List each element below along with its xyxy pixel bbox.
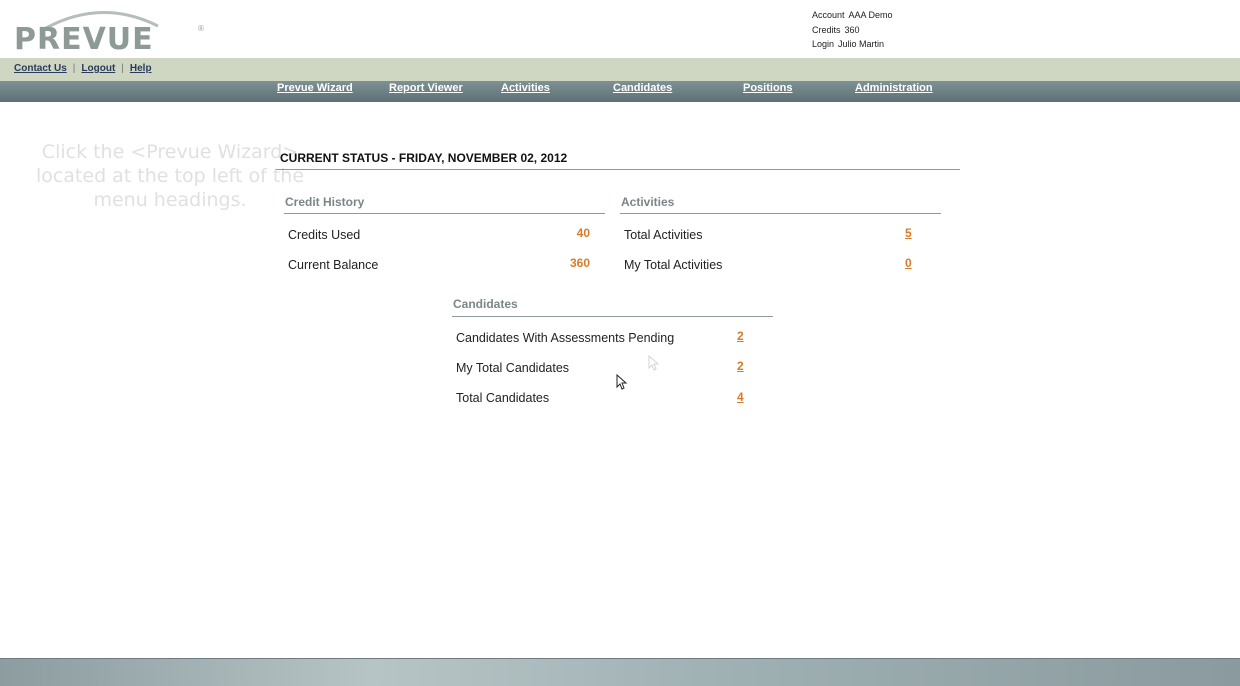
my-total-activities-label: My Total Activities: [624, 258, 722, 272]
credits-label: Credits: [812, 23, 841, 38]
credit-history-heading: Credit History: [285, 195, 364, 209]
login-value: Julio Martin: [838, 39, 884, 49]
nav-activities[interactable]: Activities: [501, 82, 550, 94]
title-divider: [276, 169, 960, 170]
current-balance-label: Current Balance: [288, 258, 378, 272]
activities-heading: Activities: [621, 195, 674, 209]
logo-registered-mark: ®: [198, 24, 204, 33]
footer-bar: [0, 658, 1240, 686]
current-balance-value: 360: [540, 256, 590, 270]
logout-link[interactable]: Logout: [81, 63, 115, 74]
credit-history-divider: [284, 213, 605, 214]
nav-candidates[interactable]: Candidates: [613, 82, 672, 94]
credits-row: Credits 360: [812, 23, 893, 38]
my-total-candidates-link[interactable]: 2: [737, 359, 744, 373]
account-label: Account: [812, 8, 845, 23]
total-candidates-link[interactable]: 4: [737, 390, 744, 404]
utility-links: Contact Us | Logout | Help: [14, 63, 152, 74]
my-total-candidates-label: My Total Candidates: [456, 361, 569, 375]
nav-administration[interactable]: Administration: [855, 82, 933, 94]
nav-positions[interactable]: Positions: [743, 82, 793, 94]
assessments-pending-label: Candidates With Assessments Pending: [456, 331, 674, 345]
my-total-activities-link[interactable]: 0: [905, 256, 912, 270]
contact-us-link[interactable]: Contact Us: [14, 63, 67, 74]
nav-prevue-wizard[interactable]: Prevue Wizard: [277, 82, 353, 94]
utility-separator: |: [73, 63, 76, 74]
candidates-divider: [452, 316, 773, 317]
login-row: Login Julio Martin: [812, 37, 893, 52]
logo-text: PREVUE: [14, 22, 154, 57]
nav-report-viewer[interactable]: Report Viewer: [389, 82, 463, 94]
help-link[interactable]: Help: [130, 63, 152, 74]
account-info: Account AAA Demo Credits 360 Login Julio Ma…: [812, 8, 893, 52]
candidates-heading: Candidates: [453, 297, 518, 311]
tutorial-hint: Click the <Prevue Wizard> located at the…: [30, 140, 310, 212]
total-candidates-label: Total Candidates: [456, 391, 549, 405]
account-value: AAA Demo: [849, 10, 893, 20]
assessments-pending-link[interactable]: 2: [737, 329, 744, 343]
activities-divider: [620, 213, 941, 214]
total-activities-label: Total Activities: [624, 228, 703, 242]
mouse-pointer-icon: [616, 374, 628, 390]
header: PREVUE ® Account AAA Demo Credits 360 Logi…: [0, 0, 1240, 58]
credits-used-label: Credits Used: [288, 228, 360, 242]
utility-bar: Contact Us | Logout | Help: [0, 58, 1240, 81]
faint-pointer-icon: [648, 355, 660, 371]
prevue-logo[interactable]: PREVUE ®: [14, 4, 214, 56]
page-title: CURRENT STATUS - FRIDAY, NOVEMBER 02, 20…: [280, 151, 567, 165]
account-row: Account AAA Demo: [812, 8, 893, 23]
total-activities-link[interactable]: 5: [905, 226, 912, 240]
credits-value: 360: [845, 25, 860, 35]
main-nav: Prevue Wizard Report Viewer Activities C…: [0, 81, 1240, 102]
credits-used-value: 40: [540, 226, 590, 240]
login-label: Login: [812, 37, 834, 52]
utility-separator: |: [121, 63, 124, 74]
